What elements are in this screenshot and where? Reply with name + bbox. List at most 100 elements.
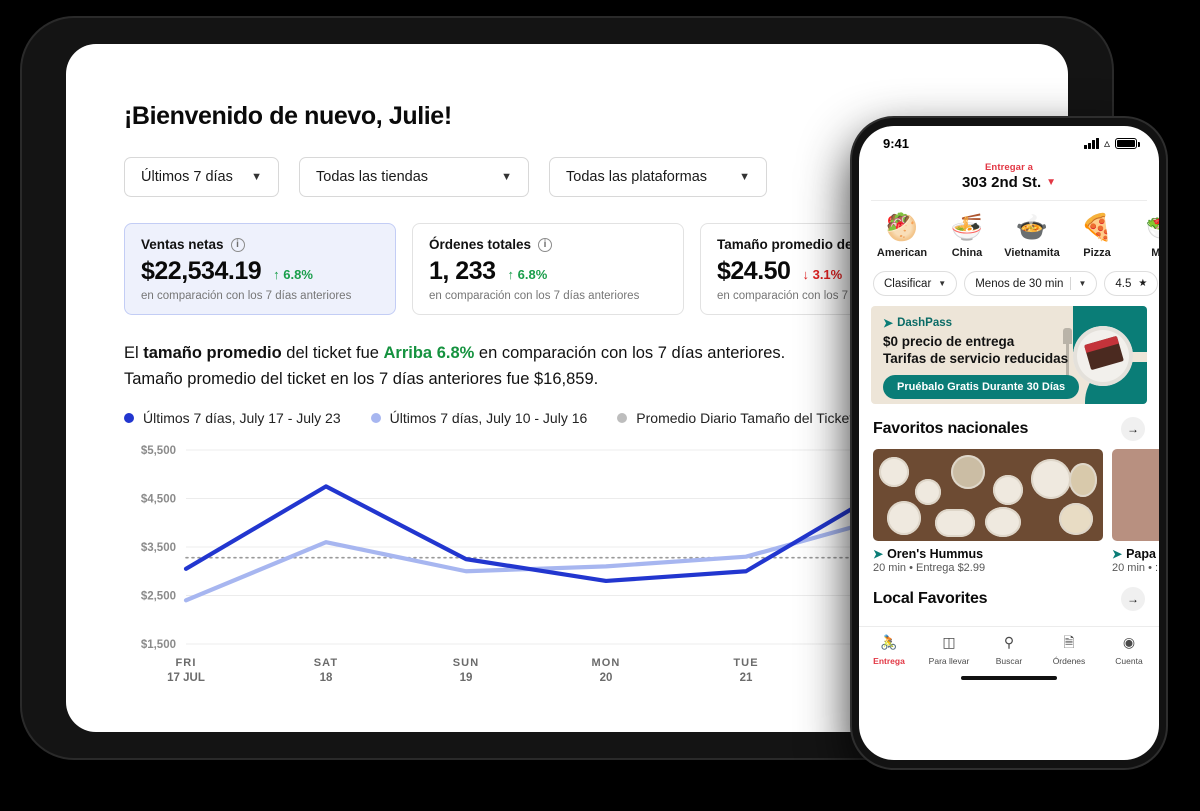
dashpass-cta-button[interactable]: Pruébalo Gratis Durante 30 Días [883,374,1080,399]
dashpass-headline-2: Tarifas de servicio reducidas [883,350,1069,366]
delta-arrow-up-icon: ↑ [507,267,515,282]
svg-text:$3,500: $3,500 [141,542,176,554]
stat-card-delta: ↑ 6.8% [508,267,548,282]
receipt-icon: 🗎 [1063,634,1075,650]
stat-card-total-orders[interactable]: Órdenes totales i 1, 233 ↑ 6.8% en compa… [412,223,684,315]
svg-text:$4,500: $4,500 [141,494,176,506]
cuisine-item-mex[interactable]: 🥗 Mex [1131,211,1159,261]
pho-bowl-icon: 🍲 [1015,212,1049,242]
tab-label: Cuenta [1115,656,1143,666]
chip-label: 4.5 [1115,277,1132,290]
section-header-local-favorites: Local Favorites → [859,574,1159,619]
pizza-icon: 🍕 [1080,212,1114,242]
dashpass-brand-label: DashPass [897,317,953,329]
delivery-address-block[interactable]: Entregar a 303 2nd St. ▼ [859,160,1159,200]
tab-cuenta[interactable]: ◉ Cuenta [1099,633,1159,669]
restaurant-name: Papa [1126,547,1156,561]
svg-text:20: 20 [600,672,613,684]
restaurant-carousel: ➤ Oren's Hummus 20 min • Entrega $2.99 ➤… [859,449,1159,574]
cuisine-label: Mex [1151,247,1159,259]
cuisine-label: China [951,247,983,259]
tab-para-llevar[interactable]: ◫ Para llevar [919,633,979,669]
cuisine-item-china[interactable]: 🍜 China [936,211,998,261]
stat-card-subtitle: en comparación con los 7 días anteriores [429,290,640,302]
svg-text:19: 19 [460,672,473,684]
stat-card-label: Ventas netas [141,237,224,252]
tab-label: Órdenes [1052,656,1086,666]
status-icons: ▵ [1084,137,1140,149]
signal-icon [1084,137,1099,149]
arrow-right-icon[interactable]: → [1121,587,1145,611]
tab-label: Entrega [873,656,905,666]
mexican-icon: 🥗 [1131,211,1159,243]
cuisine-item-vietnamita[interactable]: 🍲 Vietnamita [1001,211,1063,261]
account-icon: ◉ [1122,634,1136,650]
cuisine-item-pizza[interactable]: 🍕 Pizza [1066,211,1128,261]
arrow-right-icon[interactable]: → [1121,417,1145,441]
restaurant-meta: 20 min • : [1112,562,1159,574]
star-icon: ★ [1138,278,1148,289]
cuisine-label: American [876,247,928,259]
address-text: 303 2nd St. [961,174,1042,191]
chevron-down-icon: ▼ [1078,279,1087,288]
phone-device-frame: 9:41 ▵ Entregar a 303 2nd St. ▼ 🥙 Americ… [852,118,1166,768]
filter-platforms[interactable]: Todas las plataformas ▼ [549,157,767,197]
filter-date-range[interactable]: Últimos 7 días ▼ [124,157,279,197]
restaurant-card-papa[interactable]: ➤ Papa 20 min • : [1112,449,1159,574]
chip-label: Clasificar [884,277,932,290]
stat-card-label: Órdenes totales [429,237,532,252]
filter-stores-label: Todas las tiendas [316,169,429,185]
legend-item-current[interactable]: Últimos 7 días, July 17 - July 23 [124,410,341,426]
deliver-to-label: Entregar a [985,162,1033,173]
restaurant-image [873,449,1103,541]
status-time: 9:41 [883,135,910,151]
section-title: Favoritos nacionales [873,420,1029,437]
cuisine-item-american[interactable]: 🥙 American [871,211,933,261]
chart-y-axis-labels: $1,500 $2,500 $3,500 $4,500 $5,500 [141,445,176,651]
screenshot-root: ¡Bienvenido de nuevo, Julie! Últimos 7 d… [0,0,1200,811]
delta-arrow-up-icon: ↑ [273,267,280,282]
deliver-to-address[interactable]: 303 2nd St. ▼ [962,174,1056,191]
tab-entrega[interactable]: 🚴 Entrega [859,633,919,669]
chip-delivery-time[interactable]: Menos de 30 min ▼ [964,271,1098,296]
svg-text:$2,500: $2,500 [141,591,176,603]
sandwich-icon: 🥙 [885,212,919,242]
cuisine-label: Pizza [1083,247,1111,259]
stat-card-value: $22,534.19 [141,257,262,285]
chevron-down-icon: ▼ [251,171,262,183]
filter-stores[interactable]: Todas las tiendas ▼ [299,157,529,197]
chip-rating[interactable]: 4.5 ★ [1104,271,1159,296]
stat-card-value: $24.50 [717,257,791,285]
restaurant-name: Oren's Hummus [887,547,984,561]
restaurant-name-row: ➤ Oren's Hummus [873,547,1103,561]
restaurant-card-orens-hummus[interactable]: ➤ Oren's Hummus 20 min • Entrega $2.99 [873,449,1103,574]
legend-item-previous[interactable]: Últimos 7 días, July 10 - July 16 [370,410,587,426]
summary-highlight: Arriba 6.8% [383,344,475,362]
chevron-down-icon: ▼ [739,171,750,183]
svg-text:SAT: SAT [314,657,338,669]
filter-date-range-label: Últimos 7 días [141,169,233,185]
bag-icon: ◫ [942,634,956,650]
bottom-tab-bar: 🚴 Entrega ◫ Para llevar ⚲ Buscar 🗎 Órden… [859,626,1159,671]
info-icon[interactable]: i [538,237,553,252]
tab-label: Buscar [995,656,1023,666]
stat-card-delta: ↓ 3.1% [802,267,842,282]
tab-buscar[interactable]: ⚲ Buscar [979,633,1039,669]
dashpass-promo-banner[interactable]: ➤ DashPass $0 precio de entrega Tarifas … [871,306,1147,404]
battery-icon [1115,137,1140,149]
delta-value: 6.8% [283,267,313,282]
dashpass-logo-icon: ➤ [1112,547,1123,561]
home-indicator [961,676,1057,680]
filter-chip-row: Clasificar ▼ Menos de 30 min ▼ 4.5 ★ [859,267,1159,306]
chinese-bowl-icon: 🍜 [950,212,984,242]
tab-ordenes[interactable]: 🗎 Órdenes [1039,633,1099,669]
restaurant-image [1112,449,1159,541]
dashpass-brand-row: ➤ DashPass [883,316,1135,330]
stat-card-value: 1, 233 [429,257,496,285]
svg-text:$1,500: $1,500 [141,639,176,651]
stat-card-net-sales[interactable]: Ventas netas i $22,534.19 ↑ 6.8% en comp… [124,223,396,315]
restaurant-meta: 20 min • Entrega $2.99 [873,562,986,574]
svg-text:FRI: FRI [175,657,196,669]
info-icon[interactable]: i [230,237,245,252]
chip-sort[interactable]: Clasificar ▼ [873,271,958,296]
